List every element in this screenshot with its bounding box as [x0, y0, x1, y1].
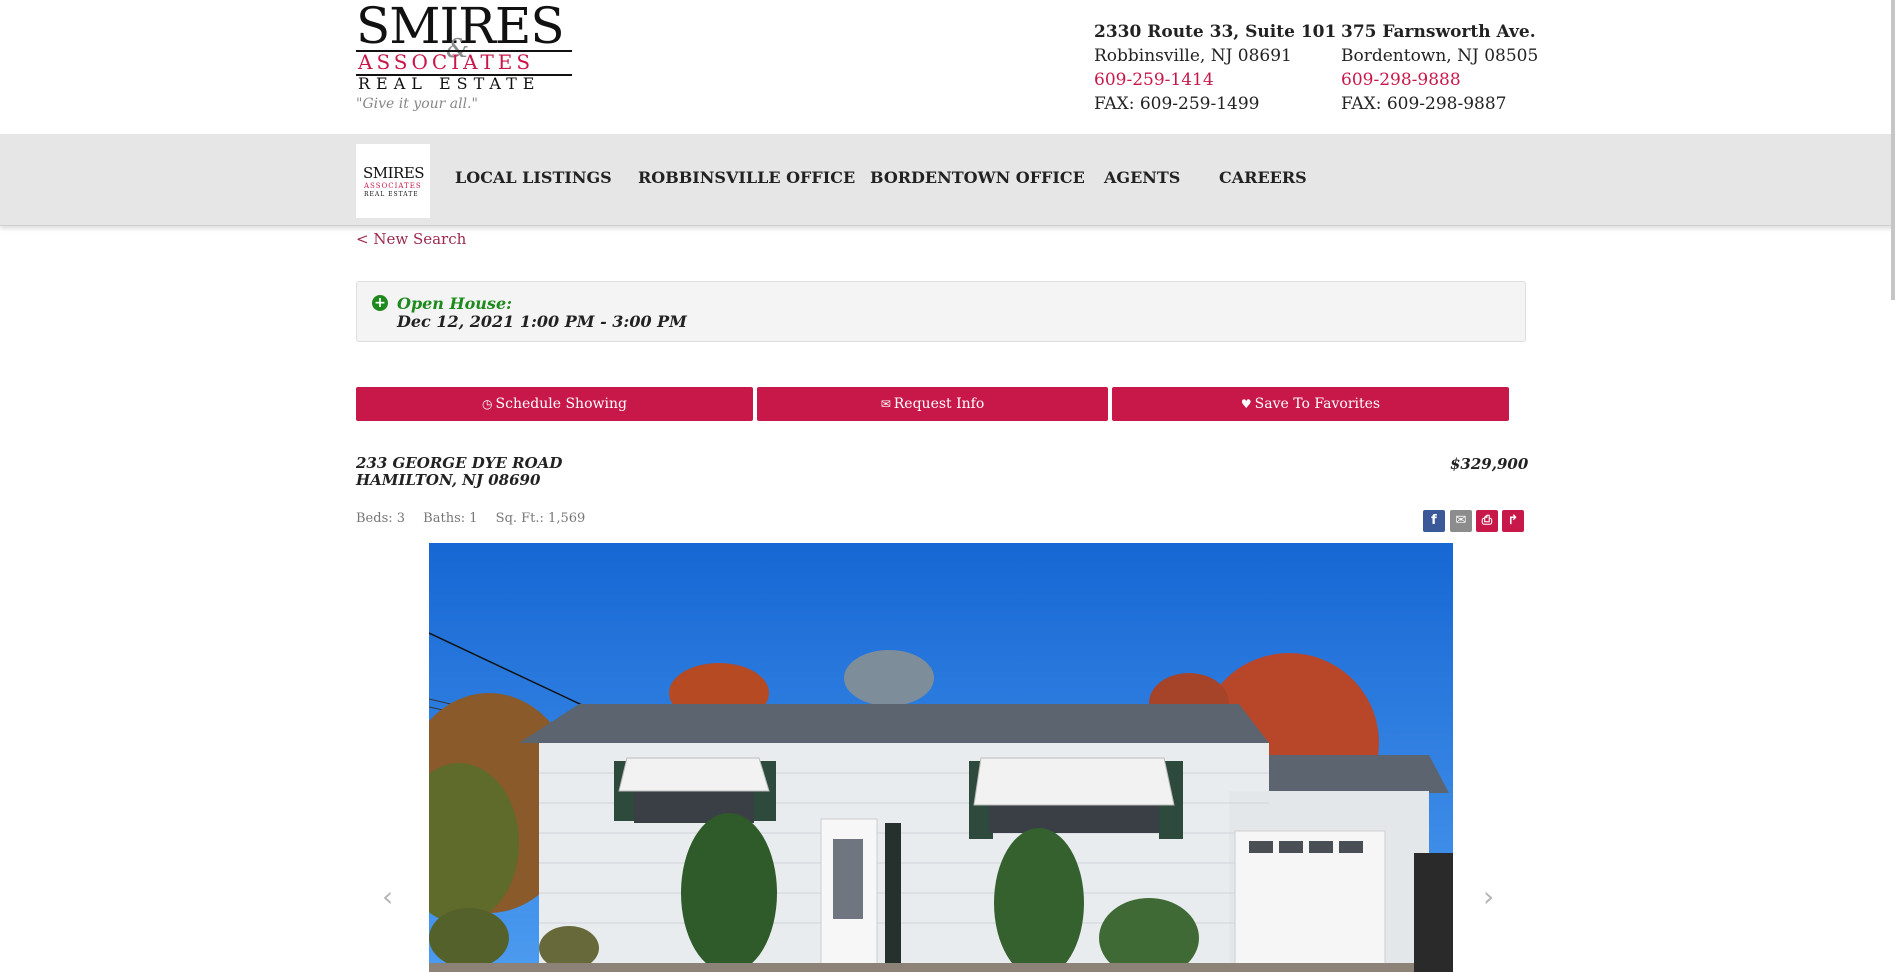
save-to-favorites-label: Save To Favorites [1254, 396, 1381, 412]
nav-careers[interactable]: CAREERS [1219, 168, 1307, 187]
logo-real-estate: REAL ESTATE [358, 74, 541, 93]
open-house-panel: + Open House: Dec 12, 2021 1:00 PM - 3:0… [356, 281, 1526, 342]
share-icon[interactable]: ↱ [1502, 510, 1524, 532]
site-header: SMIRES & ASSOCIATES REAL ESTATE "Give it… [0, 0, 1895, 134]
open-house-label: Open House: [397, 294, 513, 313]
facebook-icon[interactable]: f [1423, 510, 1445, 532]
listing-city: HAMILTON, NJ 08690 [356, 471, 541, 489]
listing-stats: Beds: 3 Baths: 1 Sq. Ft.: 1,569 [356, 511, 599, 526]
new-search-link[interactable]: < New Search [356, 230, 466, 248]
main-nav: SMIRES ASSOCIATES REAL ESTATE LOCAL LIST… [0, 134, 1895, 226]
schedule-showing-button[interactable]: ◷ Schedule Showing [356, 387, 753, 421]
page-scrollbar[interactable] [1891, 0, 1895, 300]
print-icon[interactable]: ⎙ [1476, 510, 1498, 532]
listing-photo[interactable] [429, 543, 1453, 972]
office-phone-link[interactable]: 609-298-9888 [1341, 68, 1538, 92]
office-fax: FAX: 609-298-9887 [1341, 94, 1507, 114]
nav-agents[interactable]: AGENTS [1104, 168, 1180, 187]
nav-logo[interactable]: SMIRES ASSOCIATES REAL ESTATE [356, 144, 430, 218]
request-info-button[interactable]: ✉ Request Info [757, 387, 1108, 421]
carousel-prev-chevron-icon[interactable]: ‹ [382, 880, 393, 913]
office-address: 375 Farnsworth Ave. [1341, 22, 1536, 42]
email-icon[interactable]: ✉ [1450, 510, 1472, 532]
bordentown-office-info: 375 Farnsworth Ave. Bordentown, NJ 08505… [1341, 20, 1538, 116]
nav-local-listings[interactable]: LOCAL LISTINGS [455, 168, 612, 187]
schedule-showing-label: Schedule Showing [495, 396, 627, 412]
envelope-icon: ✉ [880, 397, 891, 411]
request-info-label: Request Info [893, 396, 985, 412]
nav-logo-wordmark: SMIRES [363, 164, 425, 182]
baths-count: Baths: 1 [423, 511, 478, 526]
plus-circle-icon: + [372, 295, 388, 311]
house-photo-illustration [429, 543, 1453, 972]
robbinsville-office-info: 2330 Route 33, Suite 101 Robbinsville, N… [1094, 20, 1336, 116]
heart-icon: ♥ [1240, 397, 1252, 411]
listing-address: 233 GEORGE DYE ROAD HAMILTON, NJ 08690 [356, 455, 562, 489]
office-address: 2330 Route 33, Suite 101 [1094, 22, 1337, 42]
nav-bordentown-office[interactable]: BORDENTOWN OFFICE [870, 168, 1085, 187]
nav-robbinsville-office[interactable]: ROBBINSVILLE OFFICE [638, 168, 855, 187]
sqft-count: Sq. Ft.: 1,569 [495, 511, 586, 526]
listing-street: 233 GEORGE DYE ROAD [356, 454, 563, 472]
logo-associates: ASSOCIATES [358, 50, 535, 74]
site-logo[interactable]: SMIRES & ASSOCIATES REAL ESTATE [356, 0, 572, 93]
nav-logo-associates: ASSOCIATES [364, 182, 422, 190]
carousel-next-chevron-icon[interactable]: › [1483, 880, 1494, 913]
tagline: "Give it your all." [356, 96, 478, 112]
save-to-favorites-button[interactable]: ♥ Save To Favorites [1112, 387, 1509, 421]
office-city: Robbinsville, NJ 08691 [1094, 46, 1292, 66]
office-fax: FAX: 609-259-1499 [1094, 94, 1260, 114]
beds-count: Beds: 3 [356, 511, 406, 526]
office-phone-link[interactable]: 609-259-1414 [1094, 68, 1336, 92]
listing-price: $329,900 [1450, 455, 1529, 473]
nav-logo-real-estate: REAL ESTATE [364, 191, 419, 198]
open-house-date: Dec 12, 2021 1:00 PM - 3:00 PM [397, 312, 687, 331]
office-city: Bordentown, NJ 08505 [1341, 46, 1539, 66]
clock-icon: ◷ [482, 397, 493, 411]
